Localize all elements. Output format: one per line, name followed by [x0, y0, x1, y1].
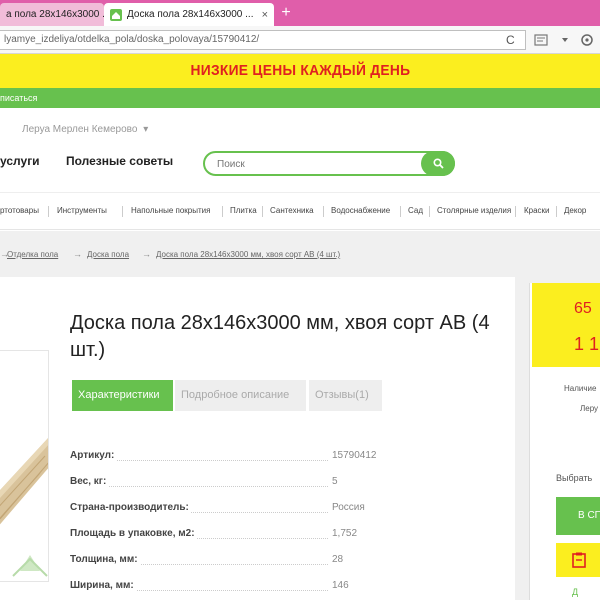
category-divider: [222, 206, 223, 217]
wood-plank-image: [0, 438, 48, 577]
tab-title: а пола 28x146x3000 ...: [6, 9, 104, 20]
breadcrumb-link[interactable]: Отделка пола: [7, 250, 58, 259]
spec-label: Площадь в упаковке, м2:: [70, 528, 197, 539]
city-label: Леруа Мерлен Кемерово: [22, 124, 138, 135]
category-divider: [48, 206, 49, 217]
city-selector[interactable]: Леруа Мерлен Кемерово ▾: [22, 124, 148, 135]
browser-tab-active[interactable]: Доска пола 28x146x3000 ... ×: [104, 3, 274, 26]
spec-value: 1,752: [332, 528, 358, 539]
category-divider: [429, 206, 430, 217]
spec-row: Ширина, мм: 146: [70, 580, 390, 594]
spec-value: 146: [332, 580, 349, 591]
category-item[interactable]: Сантехника: [270, 206, 314, 215]
price-sidebar: 65 1 1 Наличие Леру Выбрать В СП Д: [529, 283, 600, 600]
breadcrumb-arrow: →: [142, 249, 151, 259]
product-title: Доска пола 28x146x3000 мм, хвоя сорт АВ …: [70, 312, 490, 361]
spec-label: Страна-производитель:: [70, 502, 191, 513]
spec-row: Страна-производитель: Россия: [70, 502, 390, 516]
spec-label: Артикул:: [70, 450, 117, 461]
category-item[interactable]: Столярные изделия: [437, 206, 511, 215]
spec-label: Ширина, мм:: [70, 580, 136, 591]
breadcrumb: → Отделка пола → Доска пола → Доска пола…: [0, 231, 600, 277]
category-divider: [122, 206, 123, 217]
browser-tab-inactive[interactable]: а пола 28x146x3000 ... ×: [0, 3, 104, 26]
spec-value: Россия: [332, 502, 365, 513]
search-icon: [432, 158, 444, 169]
category-item[interactable]: Напольные покрытия: [131, 206, 210, 215]
category-item[interactable]: Сад: [408, 206, 423, 215]
search-input[interactable]: [217, 156, 417, 172]
category-divider: [556, 206, 557, 217]
tab-title: Доска пола 28x146x3000 ...: [127, 9, 254, 20]
spec-value: 15790412: [332, 450, 377, 461]
close-tab-icon[interactable]: ×: [256, 9, 268, 21]
list-button[interactable]: [556, 543, 600, 577]
product-image[interactable]: [0, 350, 49, 582]
store-name[interactable]: Леру: [580, 404, 598, 413]
promo-text: НИЗКИЕ ЦЕНЫ КАЖДЫЙ ДЕНЬ: [190, 62, 410, 79]
product-card: Доска пола 28x146x3000 мм, хвоя сорт АВ …: [0, 277, 515, 600]
tab-reviews[interactable]: Отзывы(1): [309, 380, 382, 411]
breadcrumb-link[interactable]: Доска пола 28x146x3000 мм, хвоя сорт АВ …: [156, 250, 340, 259]
availability-label: Наличие: [564, 384, 597, 393]
address-bar: lyamye_izdeliya/otdelka_pola/doska_polov…: [0, 26, 600, 54]
settings-icon[interactable]: [580, 33, 594, 47]
category-divider: [262, 206, 263, 217]
site-header: Леруа Мерлен Кемерово ▾ услуги Полезные …: [0, 108, 600, 192]
spec-value: 5: [332, 476, 338, 487]
price-total: 1 1: [574, 334, 600, 354]
tab-characteristics[interactable]: Характеристики: [72, 380, 173, 411]
price-per-unit: 65: [574, 300, 592, 317]
promo-banner[interactable]: НИЗКИЕ ЦЕНЫ КАЖДЫЙ ДЕНЬ: [0, 54, 600, 88]
nav-link-tips[interactable]: Полезные советы: [66, 154, 173, 168]
breadcrumb-arrow: →: [73, 249, 82, 259]
spec-label: Вес, кг:: [70, 476, 109, 487]
url-input[interactable]: lyamye_izdeliya/otdelka_pola/doska_polov…: [0, 30, 526, 50]
spec-label: Толщина, мм:: [70, 554, 140, 565]
category-divider: [400, 206, 401, 217]
spec-leader: [70, 486, 328, 487]
reader-icon[interactable]: [534, 34, 548, 46]
category-item[interactable]: Плитка: [230, 206, 257, 215]
spec-value: 28: [332, 554, 344, 565]
search-box: [203, 151, 455, 176]
category-item[interactable]: ртотовары: [0, 206, 39, 215]
spec-row: Вес, кг: 5: [70, 476, 390, 490]
top-green-strip: писаться: [0, 88, 600, 108]
new-tab-button[interactable]: +: [276, 4, 296, 22]
nav-link-services[interactable]: услуги: [0, 154, 40, 168]
price-box: 65 1 1: [532, 283, 600, 367]
spec-row: Толщина, мм: 28: [70, 554, 390, 568]
sidebar-link[interactable]: Д: [572, 587, 578, 597]
chevron-down-icon: ▾: [143, 124, 149, 135]
add-to-cart-button[interactable]: В СП: [556, 497, 600, 535]
house-favicon-icon: [110, 8, 122, 21]
category-item[interactable]: Водоснабжение: [331, 206, 390, 215]
category-divider: [323, 206, 324, 217]
spec-row: Артикул: 15790412: [70, 450, 390, 464]
category-item[interactable]: Краски: [524, 206, 550, 215]
category-menu: ртотовары Инструменты Напольные покрытия…: [0, 192, 600, 230]
tab-description[interactable]: Подробное описание: [175, 380, 306, 411]
dropdown-icon[interactable]: [560, 35, 570, 45]
category-item[interactable]: Инструменты: [57, 206, 107, 215]
category-divider: [515, 206, 516, 217]
breadcrumb-link[interactable]: Доска пола: [87, 250, 129, 259]
category-item[interactable]: Декор: [564, 206, 586, 215]
browser-tab-bar: а пола 28x146x3000 ... × Доска пола 28x1…: [0, 0, 600, 26]
product-area: Доска пола 28x146x3000 мм, хвоя сорт АВ …: [0, 277, 600, 600]
spec-row: Площадь в упаковке, м2: 1,752: [70, 528, 390, 542]
clipboard-icon: [572, 552, 586, 568]
subscribe-link[interactable]: писаться: [0, 93, 37, 103]
search-button[interactable]: [421, 151, 455, 176]
reload-icon[interactable]: C: [506, 32, 515, 48]
choose-label: Выбрать: [556, 473, 593, 483]
